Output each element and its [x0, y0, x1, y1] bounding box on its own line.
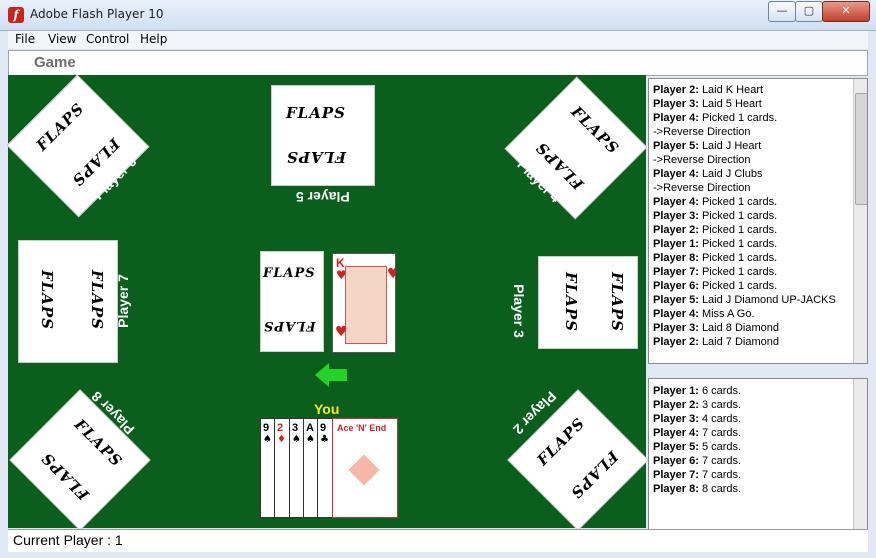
game-title: Game	[34, 54, 76, 71]
menu-file[interactable]: File	[15, 32, 35, 46]
player7-card-back: FLAPS FLAPS	[18, 240, 118, 363]
card-back-logo: FLAPS	[32, 99, 88, 155]
title-bar: f Adobe Flash Player 10 — ▢ ✕	[0, 0, 876, 31]
count-line: Player 7: 7 cards.	[653, 469, 742, 481]
hand-card-suit: ♣	[320, 434, 329, 445]
log-line: Player 4: Picked 1 cards.	[653, 196, 778, 208]
special-card[interactable]: Ace 'N' End	[332, 418, 398, 518]
log-line: ->Reverse Direction	[653, 126, 751, 138]
player3-card-back: FLAPS FLAPS	[538, 256, 638, 349]
card-back-logo: FLAPS	[37, 270, 56, 330]
log-line: Player 3: Picked 1 cards.	[653, 210, 778, 222]
log-line: Player 3: Laid 8 Diamond	[653, 322, 779, 334]
minimize-button[interactable]: —	[768, 1, 796, 22]
card-back-logo: FLAPS	[286, 148, 346, 166]
hand-card-suit: ♠	[306, 434, 315, 445]
log-scrollbar[interactable]	[853, 79, 867, 363]
game-table: FLAPS FLAPS Player 6 FLAPS FLAPS Player …	[6, 74, 649, 531]
player6-card-back: FLAPS FLAPS	[6, 74, 150, 218]
log-line: Player 5: Laid J Diamond UP-JACKS	[653, 294, 836, 306]
discard-pile: K ♥ ♥ ♥	[332, 253, 396, 353]
player4-card-back: FLAPS FLAPS	[504, 76, 648, 220]
menu-help[interactable]: Help	[140, 32, 167, 46]
menu-control[interactable]: Control	[86, 32, 129, 46]
card-back-logo: FLAPS	[87, 270, 106, 330]
card-back-logo: FLAPS	[37, 448, 93, 504]
maximize-button[interactable]: ▢	[795, 1, 823, 22]
hand-card-rank: 9	[263, 422, 270, 434]
card-back-logo: FLAPS	[566, 447, 622, 503]
hand-card-rank: 3	[292, 422, 299, 434]
current-player-status: Current Player : 1	[13, 532, 123, 548]
hand-card-suit: ♠	[292, 434, 301, 445]
menu-view[interactable]: View	[48, 32, 76, 46]
draw-pile[interactable]: FLAPS FLAPS	[260, 251, 324, 352]
player7-label: Player 7	[114, 274, 131, 328]
game-header: Game	[8, 50, 868, 76]
heart-icon: ♥	[387, 266, 395, 282]
hand-card-suit: ♠	[263, 434, 272, 445]
count-line: Player 3: 4 cards.	[653, 413, 742, 425]
king-figure-icon	[345, 266, 387, 344]
log-line: Player 6: Picked 1 cards.	[653, 280, 778, 292]
player5-card-back: FLAPS FLAPS	[271, 85, 375, 186]
hand-card-suit: ♦	[277, 434, 286, 445]
log-line: Player 4: Miss A Go.	[653, 308, 755, 320]
count-line: Player 8: 8 cards.	[653, 483, 742, 495]
hand-card-rank: 2	[277, 422, 284, 434]
log-scroll-thumb[interactable]	[855, 93, 867, 205]
status-bar: Current Player : 1	[8, 529, 868, 552]
card-back-logo: FLAPS	[567, 102, 623, 158]
log-line: Player 2: Picked 1 cards.	[653, 224, 778, 236]
card-back-logo: FLAPS	[533, 414, 589, 470]
player5-label: Player 5	[296, 189, 350, 205]
flash-player-icon: f	[8, 7, 24, 23]
direction-arrow-icon	[315, 363, 347, 387]
card-back-logo: FLAPS	[561, 272, 580, 332]
count-line: Player 4: 7 cards.	[653, 427, 742, 439]
log-line: ->Reverse Direction	[653, 182, 751, 194]
log-line: Player 1: Picked 1 cards.	[653, 238, 778, 250]
hand-card-rank: A	[306, 422, 314, 434]
count-line: Player 2: 3 cards.	[653, 399, 742, 411]
move-log[interactable]: Player 2: Laid K Heart Player 3: Laid 5 …	[648, 78, 868, 364]
window-title: Adobe Flash Player 10	[30, 7, 164, 21]
card-back-logo: FLAPS	[263, 318, 316, 333]
diamond-icon	[348, 454, 380, 486]
log-line: Player 4: Laid J Clubs	[653, 168, 763, 180]
card-back-logo: FLAPS	[263, 266, 316, 281]
log-line: Player 5: Laid J Heart	[653, 140, 762, 152]
player3-label: Player 3	[510, 284, 527, 338]
hand-card-rank: 9	[320, 422, 327, 434]
close-button[interactable]: ✕	[822, 1, 870, 22]
log-line: Player 3: Laid 5 Heart	[653, 98, 762, 110]
count-line: Player 6: 7 cards.	[653, 455, 742, 467]
log-line: ->Reverse Direction	[653, 154, 751, 166]
menu-bar: File View Control Help	[8, 31, 868, 49]
special-card-title: Ace 'N' End	[337, 423, 387, 433]
card-back-logo: FLAPS	[607, 272, 626, 332]
log-line: Player 2: Laid 7 Diamond	[653, 336, 779, 348]
counts-scrollbar[interactable]	[853, 379, 867, 529]
you-label: You	[314, 401, 340, 417]
log-line: Player 8: Picked 1 cards.	[653, 252, 778, 264]
count-line: Player 5: 5 cards.	[653, 441, 742, 453]
card-back-logo: FLAPS	[286, 104, 346, 122]
player8-card-back: FLAPS FLAPS	[9, 389, 151, 531]
log-line: Player 2: Laid K Heart	[653, 84, 764, 96]
log-line: Player 4: Picked 1 cards.	[653, 112, 778, 124]
heart-icon: ♥	[335, 324, 348, 340]
card-counts-panel: Player 1: 6 cards. Player 2: 3 cards. Pl…	[648, 378, 868, 530]
log-line: Player 7: Picked 1 cards.	[653, 266, 778, 278]
count-line: Player 1: 6 cards.	[653, 385, 742, 397]
